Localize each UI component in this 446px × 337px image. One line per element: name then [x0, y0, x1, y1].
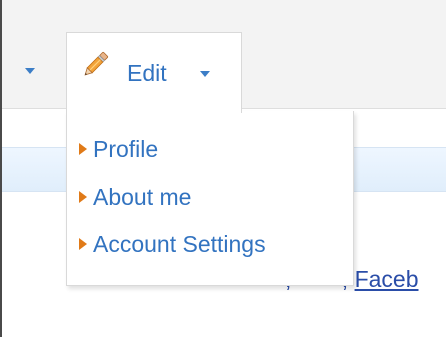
triangle-right-icon — [79, 238, 87, 250]
menu-item-label: Account Settings — [93, 230, 266, 257]
social-link-facebook[interactable]: Faceb — [355, 266, 419, 292]
chevron-down-icon[interactable] — [25, 68, 35, 74]
menu-item-profile[interactable]: Profile — [79, 134, 158, 164]
menu-item-label: About me — [93, 183, 192, 210]
menu-item-account-settings[interactable]: Account Settings — [79, 229, 266, 259]
menu-item-label: Profile — [93, 135, 159, 162]
menu-item-about-me[interactable]: About me — [79, 182, 191, 212]
edit-dropdown-menu: Profile About me Account Settings — [66, 111, 354, 286]
triangle-right-icon — [79, 143, 87, 155]
pencil-icon — [84, 51, 109, 76]
chevron-down-icon — [200, 71, 210, 77]
triangle-right-icon — [79, 191, 87, 203]
edit-menu-tab[interactable]: Edit — [66, 32, 242, 113]
edit-menu-label: Edit — [127, 60, 167, 86]
